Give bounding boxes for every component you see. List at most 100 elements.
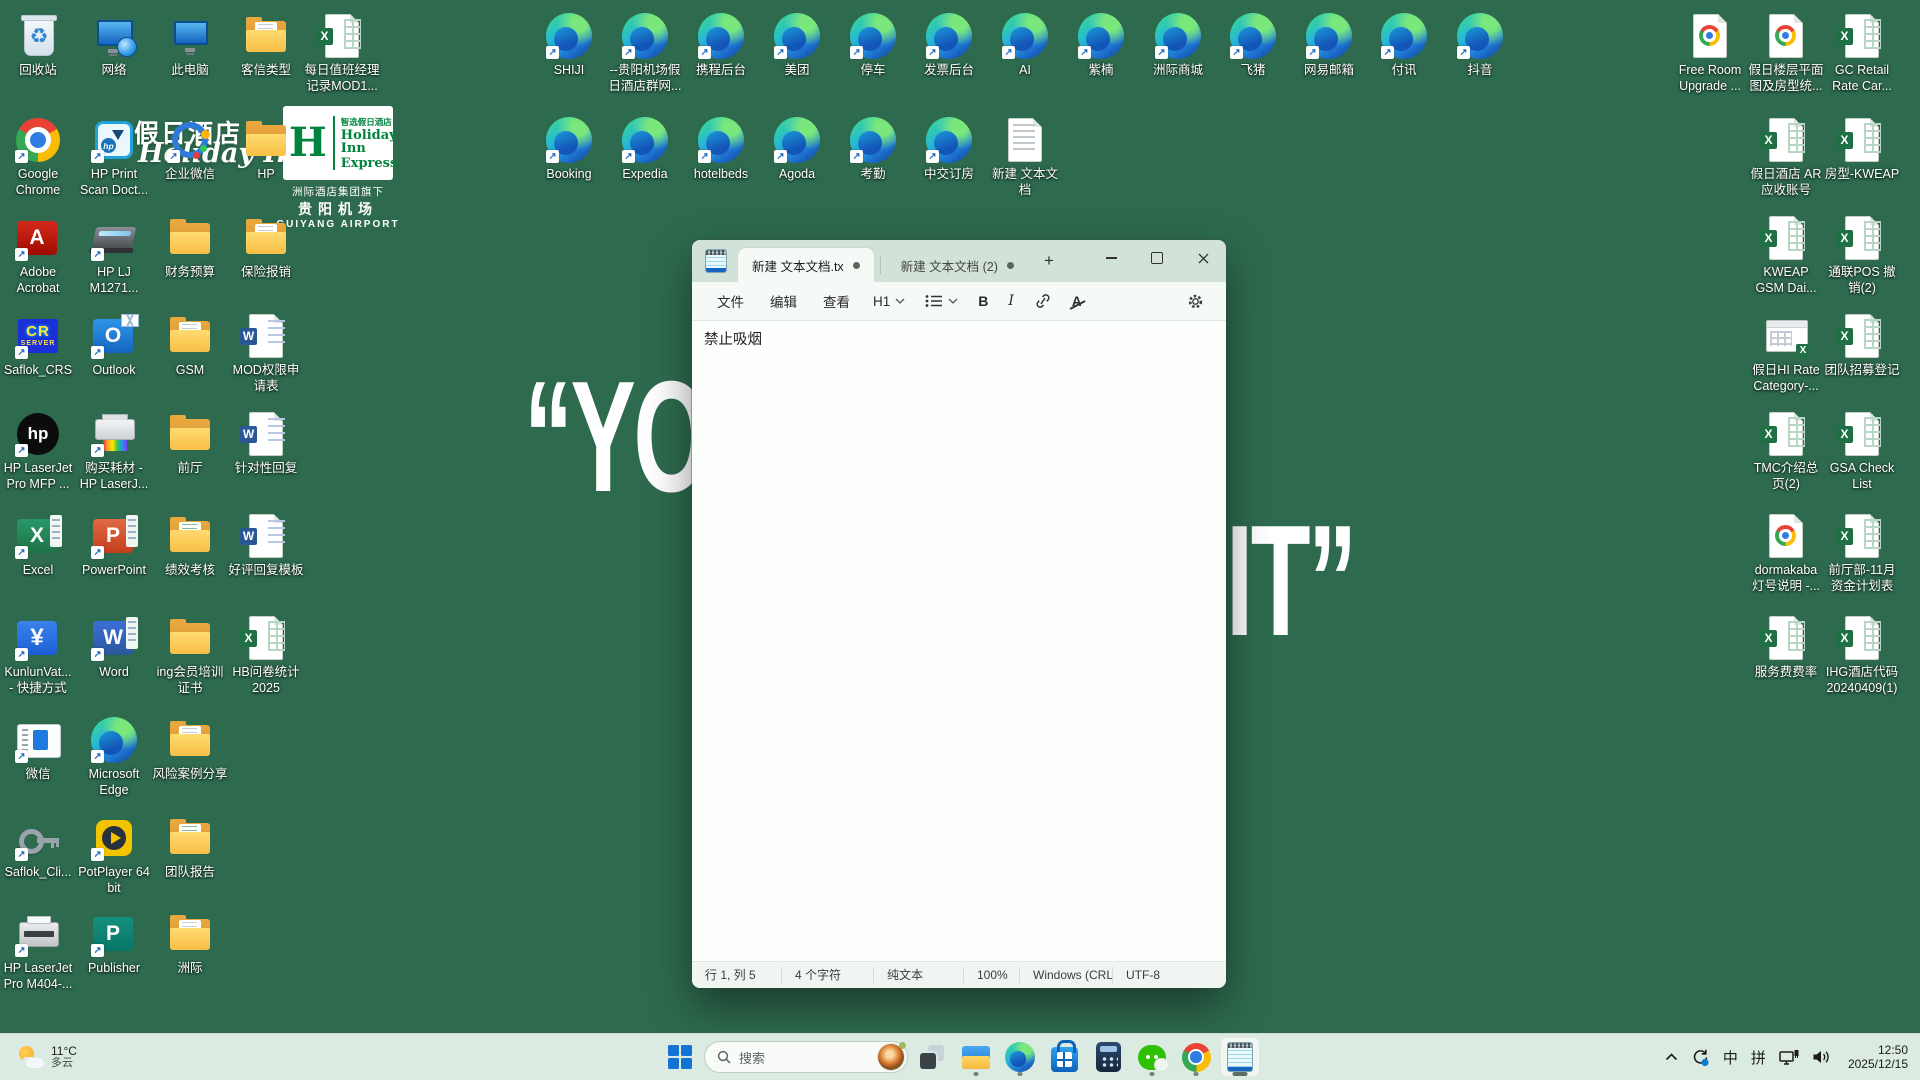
- desktop-icon[interactable]: 洲际: [150, 910, 230, 976]
- desktop-icon[interactable]: X KWEAP GSM Dai...: [1746, 214, 1826, 296]
- desktop-icon[interactable]: ↗ 中交订房: [909, 116, 989, 182]
- taskbar-task-view[interactable]: [912, 1037, 952, 1077]
- desktop-icon[interactable]: 网络: [74, 12, 154, 78]
- desktop-icon[interactable]: X 假日酒店 AR 应收账号: [1746, 116, 1826, 198]
- desktop-icon[interactable]: 客信类型: [226, 12, 306, 78]
- ime-indicator[interactable]: 中: [1723, 1047, 1738, 1068]
- desktop-icon[interactable]: W 针对性回复: [226, 410, 306, 476]
- weather-widget[interactable]: 11°C 多云: [10, 1034, 85, 1080]
- desktop-icon[interactable]: A ↗ Adobe Acrobat: [0, 214, 78, 296]
- desktop-icon[interactable]: ↗ 抖音: [1440, 12, 1520, 78]
- taskbar-notepad[interactable]: [1220, 1037, 1260, 1077]
- desktop-icon[interactable]: W MOD权限申 请表: [226, 312, 306, 394]
- desktop-icon[interactable]: ↗ 飞猪: [1213, 12, 1293, 78]
- desktop-icon[interactable]: ↗ 停车: [833, 12, 913, 78]
- volume-tray-icon[interactable]: [1812, 1049, 1831, 1065]
- desktop-icon[interactable]: hp ↗ HP LaserJet Pro MFP ...: [0, 410, 78, 492]
- desktop-icon[interactable]: O ↗ Outlook: [74, 312, 154, 378]
- settings-button[interactable]: [1179, 288, 1212, 315]
- desktop-icon[interactable]: ↗ 网易邮箱: [1289, 12, 1369, 78]
- menu-item[interactable]: 文件: [706, 286, 755, 316]
- desktop-icon[interactable]: ↗ Expedia: [605, 116, 685, 182]
- desktop-icon[interactable]: ↗HP Print Scan Doct...: [74, 116, 154, 198]
- update-tray-icon[interactable]: [1691, 1048, 1710, 1067]
- desktop-icon[interactable]: X 每日值班经理 记录MOD1...: [302, 12, 382, 94]
- desktop-icon[interactable]: ↗ 携程后台: [681, 12, 761, 78]
- desktop-icon[interactable]: ↗ hotelbeds: [681, 116, 761, 182]
- desktop-icon[interactable]: X 通联POS 撤 销(2): [1822, 214, 1902, 296]
- desktop-icon[interactable]: X ↗ Excel: [0, 512, 78, 578]
- text-editor-area[interactable]: 禁止吸烟: [692, 321, 1226, 961]
- menu-item[interactable]: 编辑: [759, 286, 808, 316]
- desktop-icon[interactable]: ↗ 美团: [757, 12, 837, 78]
- close-button[interactable]: [1180, 240, 1226, 276]
- desktop-icon[interactable]: X 前厅部-11月 资金计划表: [1822, 512, 1902, 594]
- desktop-icon[interactable]: X GSA Check List: [1822, 410, 1902, 492]
- desktop-icon[interactable]: ¥ ↗ KunlunVat... - 快捷方式: [0, 614, 78, 696]
- desktop-icon[interactable]: ing会员培训 证书: [150, 614, 230, 696]
- heading-style-dropdown[interactable]: H1: [865, 289, 913, 314]
- bold-button[interactable]: B: [970, 288, 996, 314]
- desktop-icon[interactable]: ↗ 洲际商城: [1138, 12, 1218, 78]
- desktop-icon[interactable]: 前厅: [150, 410, 230, 476]
- desktop-icon[interactable]: GSM: [150, 312, 230, 378]
- desktop-icon[interactable]: CR SERVER ↗ Saflok_CRS: [0, 312, 78, 378]
- desktop-icon[interactable]: 新建 文本文 档: [985, 116, 1065, 198]
- desktop-icon[interactable]: ↗ 付讯: [1364, 12, 1444, 78]
- desktop-icon[interactable]: ↗ 企业微信: [150, 116, 230, 182]
- desktop-icon[interactable]: P ↗ PowerPoint: [74, 512, 154, 578]
- desktop-icon[interactable]: ↗ 考勤: [833, 116, 913, 182]
- desktop-icon[interactable]: ↗ --贵阳机场假 日酒店群网...: [605, 12, 685, 94]
- desktop-icon[interactable]: W ↗ Word: [74, 614, 154, 680]
- desktop-icon[interactable]: ↗ Agoda: [757, 116, 837, 182]
- desktop-icon[interactable]: 此电脑: [150, 12, 230, 78]
- maximize-button[interactable]: [1134, 240, 1180, 276]
- desktop-icon[interactable]: ↗ Saflok_Cli...: [0, 814, 78, 880]
- desktop-icon[interactable]: ↗ 紫楠: [1061, 12, 1141, 78]
- desktop-icon[interactable]: ♻︎ 回收站: [0, 12, 78, 78]
- desktop-icon[interactable]: ↗ HP LaserJet Pro M404-...: [0, 910, 78, 992]
- taskbar-file-explorer[interactable]: [956, 1037, 996, 1077]
- desktop-icon[interactable]: X 团队招募登记: [1822, 312, 1902, 378]
- link-button[interactable]: [1026, 288, 1060, 314]
- desktop-icon[interactable]: 保险报销: [226, 214, 306, 280]
- desktop-icon[interactable]: ↗ Google Chrome: [0, 116, 78, 198]
- start-button[interactable]: [660, 1037, 700, 1077]
- taskbar-microsoft-store[interactable]: [1044, 1037, 1084, 1077]
- desktop-icon[interactable]: X IHG酒店代码 20240409(1): [1822, 614, 1902, 696]
- taskbar-chrome[interactable]: [1176, 1037, 1216, 1077]
- taskbar-wechat[interactable]: [1132, 1037, 1172, 1077]
- desktop-icon[interactable]: ↗ 发票后台: [909, 12, 989, 78]
- desktop-icon[interactable]: X 服务费费率: [1746, 614, 1826, 680]
- network-tray-icon[interactable]: [1779, 1049, 1799, 1066]
- desktop-icon[interactable]: X GC Retail Rate Car...: [1822, 12, 1902, 94]
- desktop-icon[interactable]: 绩效考核: [150, 512, 230, 578]
- search-highlight-image[interactable]: [878, 1042, 906, 1070]
- pinyin-indicator[interactable]: 拼: [1751, 1047, 1766, 1068]
- hidden-icons-chevron[interactable]: [1665, 1053, 1678, 1061]
- desktop-icon[interactable]: X HB问卷统计 2025: [226, 614, 306, 696]
- taskbar-calculator[interactable]: [1088, 1037, 1128, 1077]
- new-tab-button[interactable]: +: [1036, 248, 1062, 274]
- desktop-icon[interactable]: dormakaba 灯号说明 -...: [1746, 512, 1826, 594]
- notepad-tab[interactable]: 新建 文本文档.tx: [738, 248, 874, 282]
- desktop-icon[interactable]: ↗ Microsoft Edge: [74, 716, 154, 798]
- desktop-icon[interactable]: ↗ 购买耗材 - HP LaserJ...: [74, 410, 154, 492]
- desktop-icon[interactable]: X 假日HI Rate Category-...: [1746, 312, 1826, 394]
- notepad-tab[interactable]: 新建 文本文档 (2): [887, 248, 1028, 282]
- clear-formatting-button[interactable]: A: [1064, 289, 1090, 314]
- desktop-icon[interactable]: ↗ HP LJ M1271...: [74, 214, 154, 296]
- desktop-icon[interactable]: Free Room Upgrade ...: [1670, 12, 1750, 94]
- desktop-icon[interactable]: 团队报告: [150, 814, 230, 880]
- list-dropdown[interactable]: [917, 289, 966, 313]
- desktop-icon[interactable]: HP: [226, 116, 306, 182]
- desktop-icon[interactable]: P ↗ Publisher: [74, 910, 154, 976]
- desktop-icon[interactable]: X TMC介绍总 页(2): [1746, 410, 1826, 492]
- desktop-icon[interactable]: 假日楼层平面 图及房型统...: [1746, 12, 1826, 94]
- desktop-icon[interactable]: ↗ SHIJI: [529, 12, 609, 78]
- desktop-icon[interactable]: W 好评回复模板: [226, 512, 306, 578]
- desktop-icon[interactable]: ↗ 微信: [0, 716, 78, 782]
- desktop-icon[interactable]: ↗ AI: [985, 12, 1065, 78]
- taskbar-clock[interactable]: 12:50 2025/12/15: [1844, 1043, 1908, 1071]
- taskbar-edge[interactable]: [1000, 1037, 1040, 1077]
